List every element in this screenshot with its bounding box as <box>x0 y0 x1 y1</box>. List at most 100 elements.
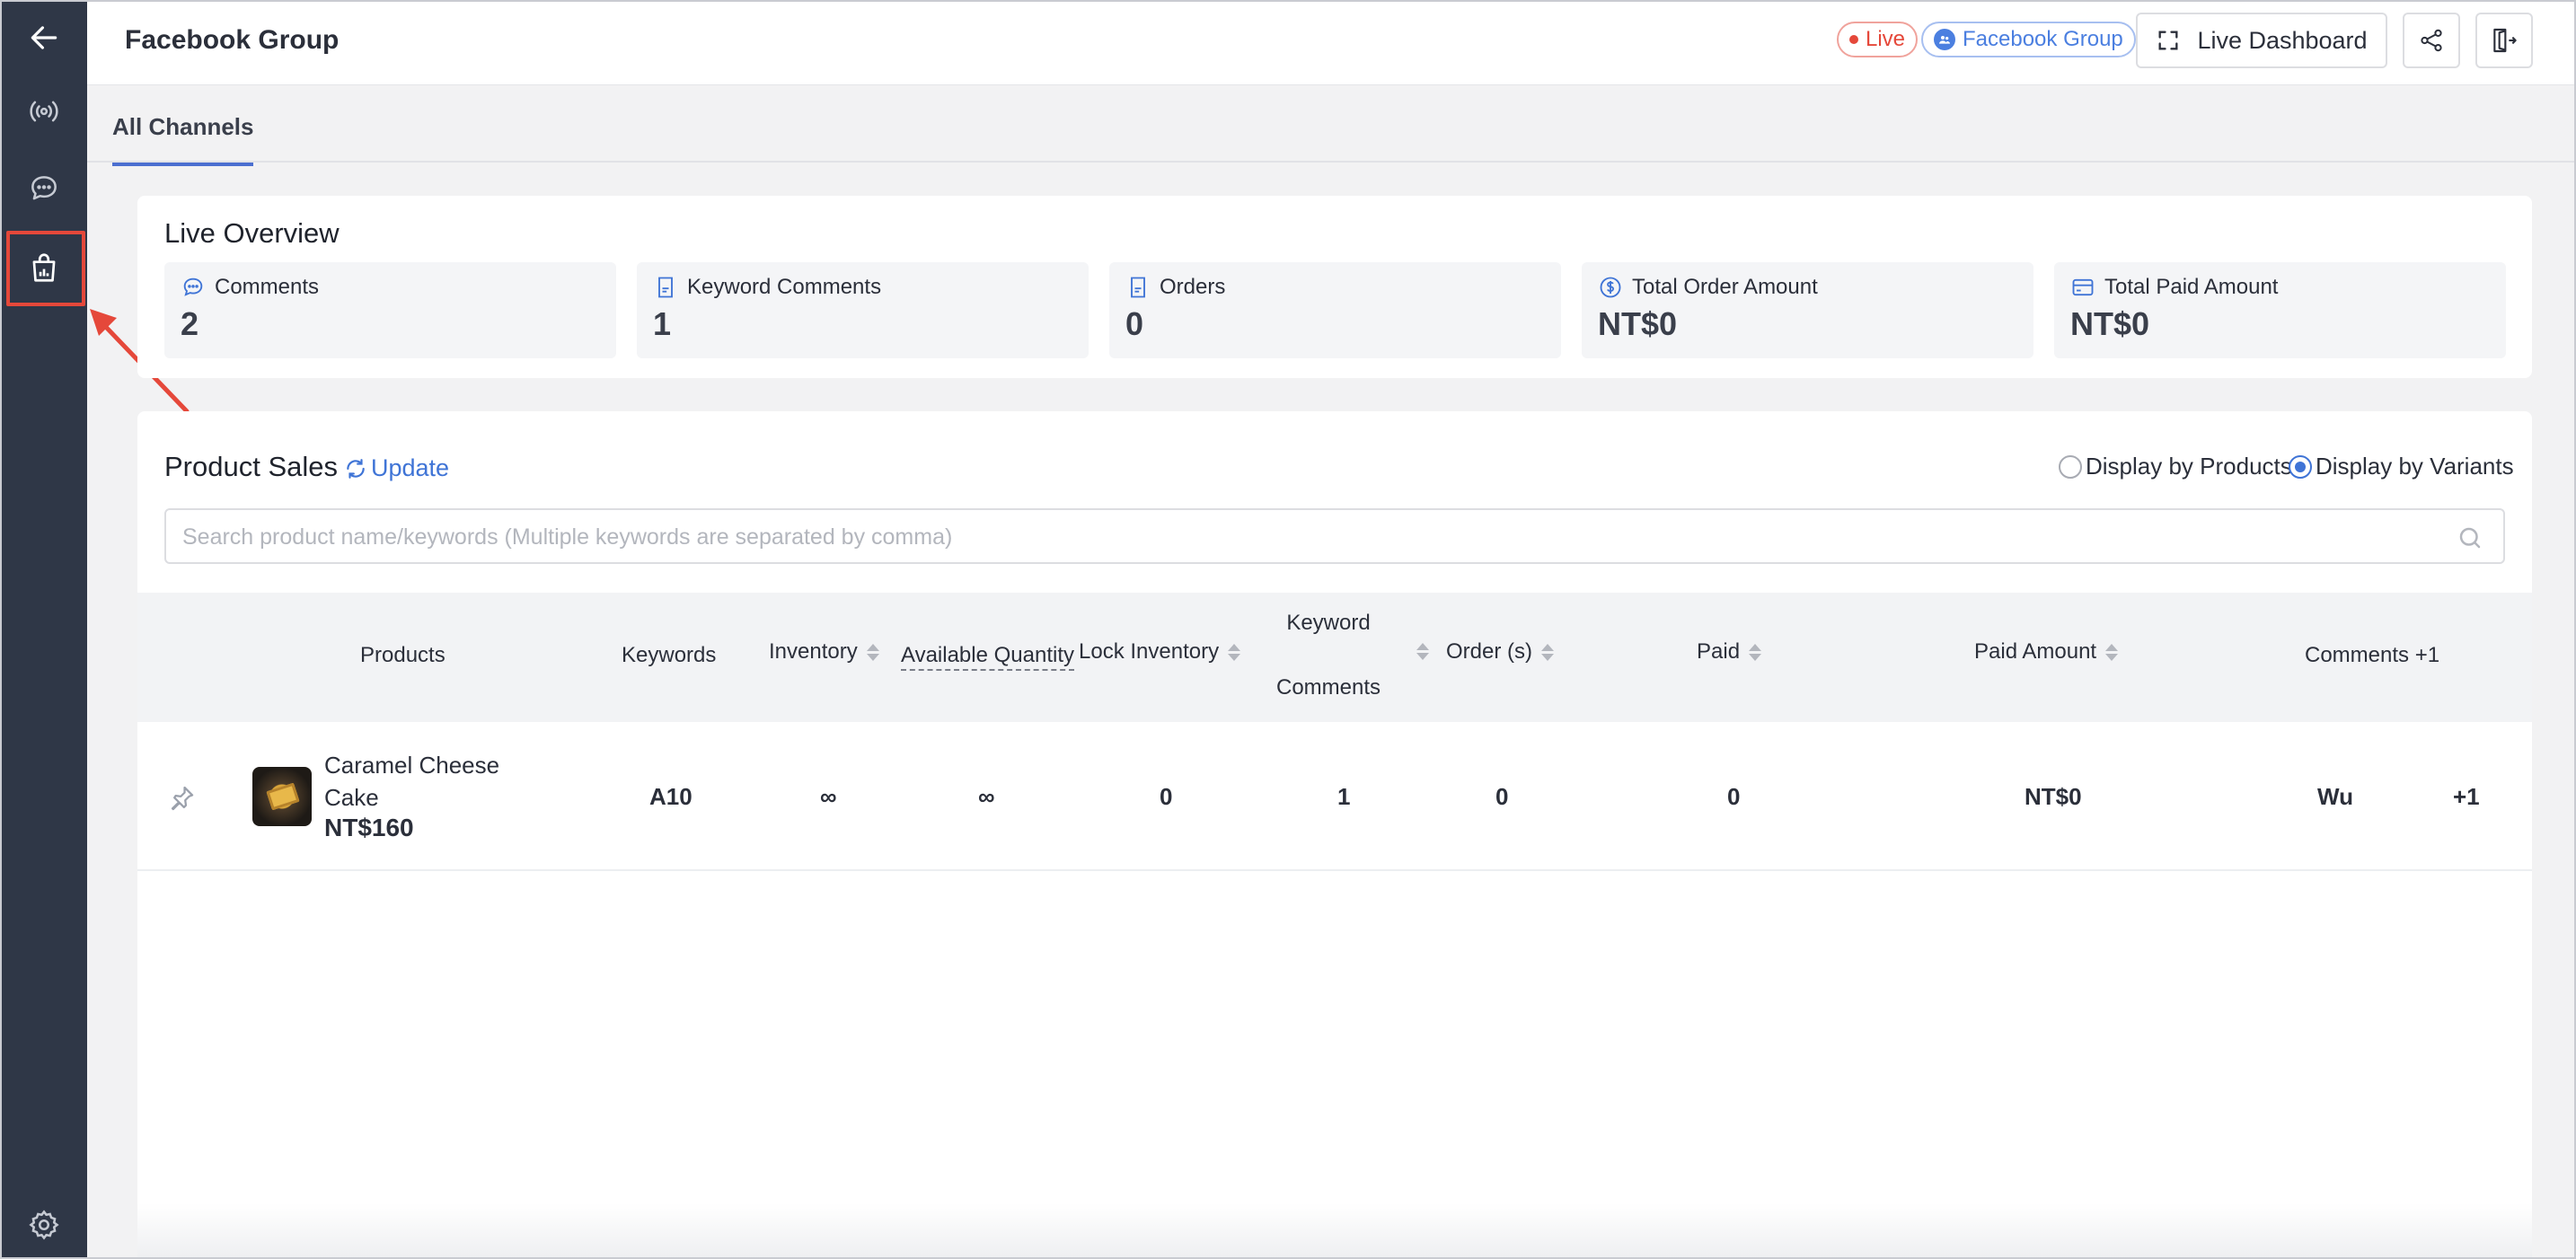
display-by-variants-radio[interactable]: Display by Variants <box>2289 453 2514 480</box>
column-label: Available Quantity <box>901 643 1075 671</box>
display-by-products-radio[interactable]: Display by Products <box>2059 453 2292 480</box>
column-label: Keyword <box>1286 611 1371 635</box>
display-by-products-label: Display by Products <box>2086 453 2292 480</box>
exit-button[interactable] <box>2475 13 2533 68</box>
cell-inventory: ∞ <box>820 783 837 810</box>
column-header-inventory[interactable]: Inventory <box>769 639 879 665</box>
document-icon <box>658 277 673 298</box>
sort-icon[interactable] <box>1541 643 1554 661</box>
top-bar: Facebook Group Live Facebook Group Live … <box>87 0 2576 85</box>
stat-label: Total Paid Amount <box>2104 275 2279 299</box>
column-header-paid[interactable]: Paid <box>1697 639 1762 665</box>
column-label: Products <box>360 643 446 667</box>
product-thumbnail <box>252 767 312 826</box>
radio-selected-icon <box>2289 454 2312 479</box>
dollar-icon <box>1600 277 1621 298</box>
sidebar <box>0 0 87 1259</box>
search-icon[interactable] <box>2457 524 2483 551</box>
sort-icon[interactable] <box>2105 643 2119 661</box>
back-button[interactable] <box>0 0 87 75</box>
cell-orders: 0 <box>1495 783 1509 810</box>
table-header: Products Keywords Inventory Available Qu… <box>137 593 2532 722</box>
cell-comment-text: +1 <box>2453 783 2480 810</box>
gear-icon <box>28 1210 59 1240</box>
cell-paid-amount: NT$0 <box>2025 783 2082 810</box>
document-icon <box>1131 277 1145 298</box>
product-sales-card: Product Sales Update Display by Products… <box>137 411 2532 1259</box>
cell-available-quantity: ∞ <box>978 783 995 810</box>
sort-icon[interactable] <box>1228 643 1241 661</box>
stat-value: NT$0 <box>2070 305 2150 342</box>
channel-badge-label: Facebook Group <box>1963 27 2123 51</box>
display-by-variants-label: Display by Variants <box>2316 453 2514 480</box>
table-row[interactable]: Caramel Cheese Cake NT$160 A10 ∞ ∞ 0 1 0… <box>137 722 2532 871</box>
product-price: NT$160 <box>324 814 414 841</box>
tab-all-channels[interactable]: All Channels <box>112 113 254 166</box>
column-header-lock-inventory[interactable]: Lock Inventory <box>1079 639 1241 665</box>
stat-comments: Comments 2 <box>164 262 616 358</box>
column-label: Comments +1 <box>2305 643 2440 667</box>
cell-keyword-comments: 1 <box>1337 783 1351 810</box>
pin-icon[interactable] <box>166 783 197 814</box>
live-overview-card: Live Overview Comments 2 Keyword Comment… <box>137 196 2532 378</box>
refresh-icon <box>347 458 365 479</box>
live-dashboard-label: Live Dashboard <box>2197 26 2368 54</box>
expand-icon <box>2158 31 2178 50</box>
stat-value: 2 <box>181 305 199 342</box>
sort-icon[interactable] <box>866 643 879 661</box>
highlight-annotation <box>6 231 85 306</box>
column-header-paid-amount[interactable]: Paid Amount <box>1974 639 2119 665</box>
stat-label: Keyword Comments <box>687 275 882 299</box>
comment-icon <box>183 277 203 296</box>
sidebar-item-broadcast[interactable] <box>0 74 87 149</box>
live-overview-title: Live Overview <box>164 217 340 249</box>
stat-label: Orders <box>1160 275 1226 299</box>
cell-commenter: Wu <box>2317 783 2353 810</box>
stat-value: 0 <box>1125 305 1144 342</box>
group-icon <box>1934 29 1955 50</box>
update-label: Update <box>371 454 450 481</box>
column-header-keyword-comments[interactable]: Keyword Comments <box>1276 611 1381 700</box>
sidebar-item-comments[interactable] <box>0 151 87 226</box>
product-search <box>164 508 2505 564</box>
comment-icon <box>31 176 57 200</box>
stat-value: NT$0 <box>1598 305 1678 342</box>
stat-value: 1 <box>653 305 672 342</box>
cell-lock-inventory: 0 <box>1160 783 1173 810</box>
product-name-line: Caramel Cheese <box>324 752 500 779</box>
channel-tabs: All Channels <box>87 86 2576 166</box>
update-button[interactable]: Update <box>344 454 449 482</box>
product-name: Caramel Cheese Cake <box>324 749 499 814</box>
column-label: Order (s) <box>1446 639 1532 664</box>
stat-keyword-comments: Keyword Comments 1 <box>637 262 1089 358</box>
scroll-fade <box>137 1203 2532 1259</box>
column-label: Keywords <box>622 643 717 667</box>
channel-badge: Facebook Group <box>1921 22 2136 57</box>
settings-button[interactable] <box>0 1187 87 1259</box>
column-label: Comments <box>1276 675 1381 700</box>
page-title: Facebook Group <box>125 25 340 55</box>
live-dashboard-button[interactable]: Live Dashboard <box>2136 13 2387 68</box>
live-dot-icon <box>1849 35 1858 44</box>
column-label: Inventory <box>769 639 858 664</box>
share-icon <box>2421 29 2442 52</box>
sort-icon[interactable] <box>1749 643 1762 661</box>
broadcast-icon <box>29 101 58 122</box>
product-search-input[interactable] <box>182 519 2428 555</box>
column-header-comments: Comments +1 <box>2305 643 2439 668</box>
sort-icon[interactable] <box>1416 643 1429 660</box>
live-status-badge: Live <box>1837 22 1919 57</box>
arrow-left-icon <box>31 26 57 49</box>
cell-paid: 0 <box>1727 783 1741 810</box>
share-button[interactable] <box>2403 13 2460 68</box>
product-sales-title: Product Sales <box>164 451 338 482</box>
stat-label: Total Order Amount <box>1632 275 1818 299</box>
column-header-orders[interactable]: Order (s) <box>1446 639 1554 665</box>
column-label: Paid <box>1697 639 1741 664</box>
radio-icon <box>2059 454 2082 479</box>
column-header-available-quantity[interactable]: Available Quantity <box>901 643 1075 671</box>
column-header-products: Products <box>360 643 446 668</box>
stat-label: Comments <box>215 275 320 299</box>
stat-total-order-amount: Total Order Amount NT$0 <box>1582 262 2033 358</box>
live-badge-label: Live <box>1866 27 1906 51</box>
